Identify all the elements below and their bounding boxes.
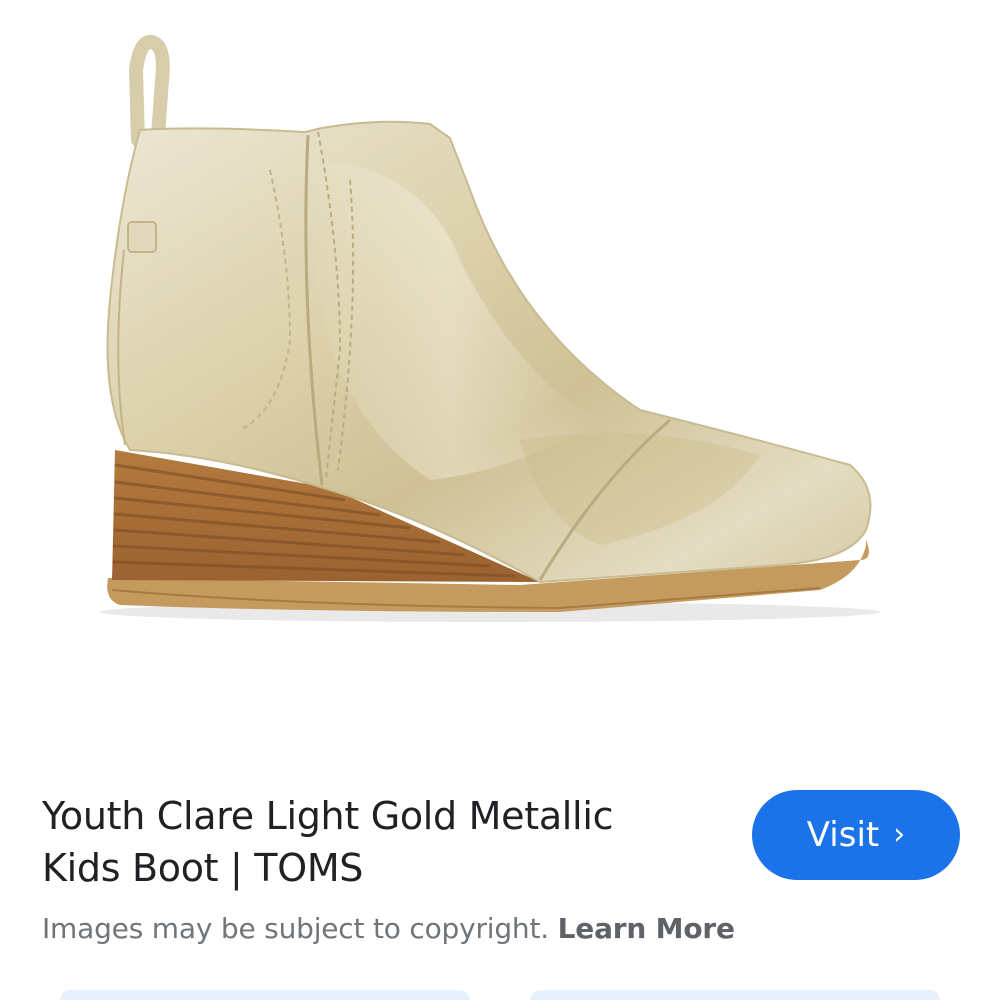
learn-more-link[interactable]: Learn More [558,912,735,945]
chevron-right-icon: › [893,816,906,852]
boot-illustration [100,34,880,622]
visit-button-label: Visit [806,815,880,855]
product-info: Youth Clare Light Gold Metallic Kids Boo… [42,790,742,894]
visit-button[interactable]: Visit › [752,790,960,880]
product-image[interactable] [0,0,1000,760]
copyright-text: Images may be subject to copyright. [42,912,549,945]
related-chip[interactable] [60,990,470,1000]
pull-tab [128,34,170,147]
product-title-line1: Youth Clare Light Gold Metallic [42,794,614,838]
related-chip[interactable] [530,990,940,1000]
related-chips-row [0,990,1000,1000]
product-title-line2: Kids Boot | TOMS [42,846,364,890]
copyright-notice: Images may be subject to copyright. Lear… [42,912,735,945]
product-title[interactable]: Youth Clare Light Gold Metallic Kids Boo… [42,790,742,894]
image-detail-page: Youth Clare Light Gold Metallic Kids Boo… [0,0,1000,1000]
